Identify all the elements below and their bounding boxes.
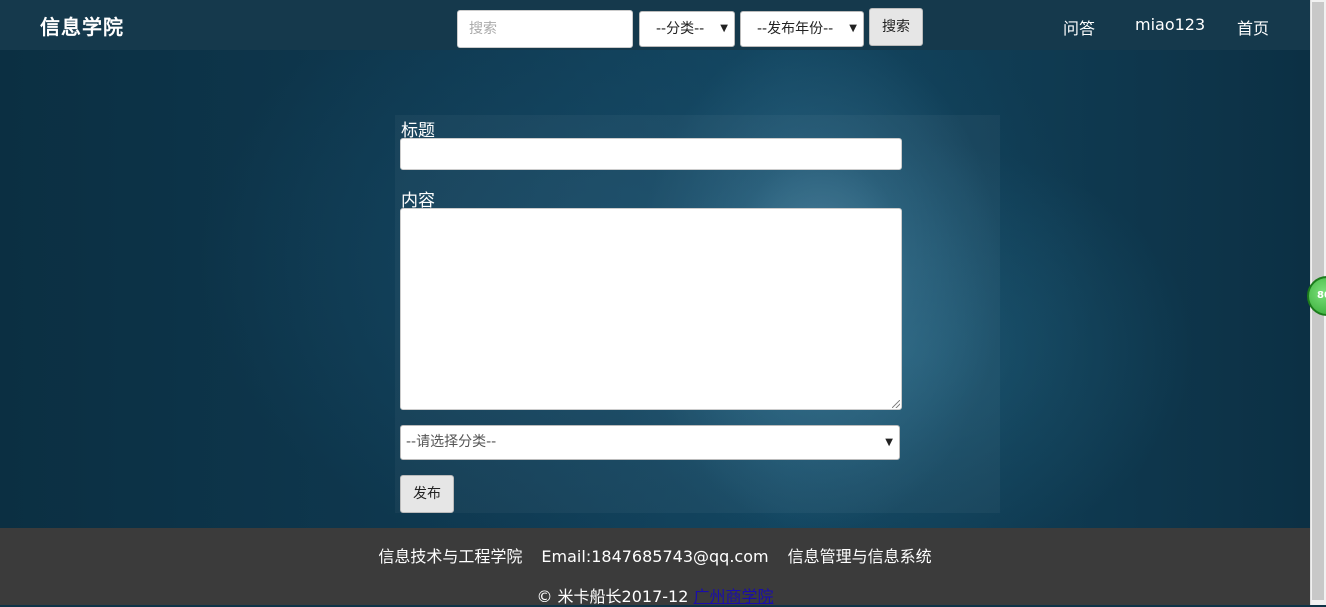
nav-link-qa[interactable]: 问答 — [1063, 15, 1095, 39]
nav-link-home[interactable]: 首页 — [1237, 15, 1269, 39]
nav-link-user[interactable]: miao123 — [1135, 15, 1205, 34]
footer-school-link[interactable]: 广州商学院 — [694, 587, 774, 606]
year-filter-value: --发布年份-- — [757, 21, 834, 37]
footer-school: 信息技术与工程学院 — [378, 547, 523, 566]
resize-handle-icon[interactable] — [892, 400, 900, 408]
dropdown-arrow-icon: ▼ — [849, 23, 857, 34]
dropdown-arrow-icon: ▼ — [720, 23, 728, 34]
year-filter-select[interactable]: --发布年份-- ▼ — [740, 11, 864, 47]
title-input[interactable] — [400, 138, 902, 170]
category-select-value: --请选择分类-- — [406, 434, 497, 450]
content-textarea[interactable] — [400, 208, 902, 410]
publish-button[interactable]: 发布 — [400, 475, 454, 513]
category-filter-value: --分类-- — [656, 21, 705, 37]
category-filter-select[interactable]: --分类-- ▼ — [639, 11, 735, 47]
search-button[interactable]: 搜索 — [869, 8, 923, 46]
footer: 信息技术与工程学院 Email:1847685743@qq.com 信息管理与信… — [0, 528, 1310, 607]
footer-copyright-line: © 米卡船长2017-12 广州商学院 — [0, 583, 1310, 607]
category-select[interactable]: --请选择分类-- ▼ — [400, 425, 900, 460]
footer-info-line: 信息技术与工程学院 Email:1847685743@qq.com 信息管理与信… — [0, 543, 1310, 567]
footer-major: 信息管理与信息系统 — [787, 547, 932, 566]
dropdown-arrow-icon: ▼ — [885, 437, 893, 448]
search-input[interactable] — [457, 10, 633, 48]
footer-copyright: © 米卡船长2017-12 — [536, 587, 689, 606]
footer-email: Email:1847685743@qq.com — [541, 547, 769, 566]
brand-logo[interactable]: 信息学院 — [40, 11, 124, 40]
top-navbar: 信息学院 --分类-- ▼ --发布年份-- ▼ 搜索 问答 miao123 首… — [0, 0, 1310, 50]
